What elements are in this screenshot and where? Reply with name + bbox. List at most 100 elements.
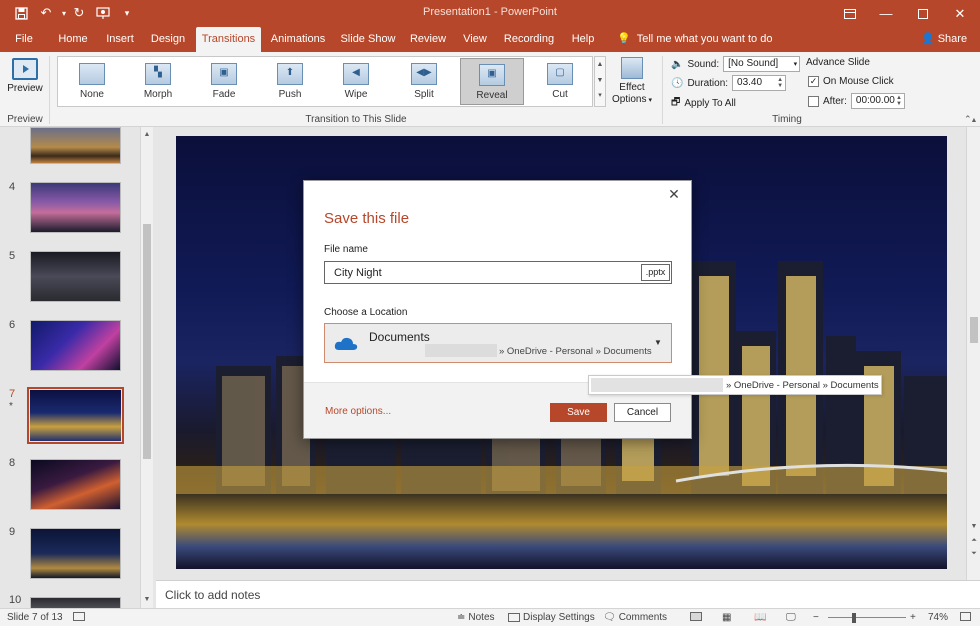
transition-wipe[interactable]: ◀ Wipe — [324, 58, 388, 105]
duration-input[interactable]: 03.40 ▲ ▼ — [732, 75, 787, 91]
display-settings-button[interactable]: Display Settings — [508, 612, 595, 623]
tab-slide-show[interactable]: Slide Show — [338, 27, 398, 52]
tab-help[interactable]: Help — [566, 27, 600, 52]
notes-button[interactable]: ≐ Notes — [457, 612, 495, 623]
preview-group-label: Preview — [7, 114, 43, 125]
slide-thumbnail[interactable] — [30, 320, 121, 371]
on-mouse-click-label: On Mouse Click — [823, 76, 894, 87]
after-value: 00:00.00 — [855, 95, 895, 106]
notes-placeholder: Click to add notes — [165, 588, 261, 602]
zoom-out-button[interactable]: − — [813, 612, 819, 623]
file-name-input[interactable]: City Night .pptx — [324, 261, 672, 284]
previous-slide-icon[interactable]: ⏶ — [968, 537, 980, 545]
tab-home[interactable]: Home — [52, 27, 94, 52]
slide-thumbnail[interactable] — [30, 127, 121, 164]
slide-show-icon: 🖵 — [786, 612, 796, 623]
zoom-slider-thumb[interactable] — [852, 613, 856, 623]
slide-thumbnail[interactable] — [30, 251, 121, 302]
scroll-up-icon[interactable]: ▲ — [141, 129, 153, 141]
notes-status-label: Notes — [468, 612, 495, 623]
maximize-icon[interactable] — [904, 0, 942, 27]
apply-to-all-button[interactable]: 🗗 Apply To All — [671, 95, 736, 112]
gallery-up-icon[interactable]: ▲ — [595, 57, 605, 73]
transition-morph[interactable]: ▚ Morph — [126, 58, 190, 105]
effect-options-button[interactable]: Effect Options ▾ — [608, 56, 656, 112]
tab-recording[interactable]: Recording — [500, 27, 558, 52]
location-dropdown-icon[interactable]: ▼ — [654, 338, 662, 347]
next-slide-icon[interactable]: ⏷ — [968, 550, 980, 558]
tab-transitions[interactable]: Transitions — [196, 27, 261, 52]
slide-thumbnail[interactable] — [30, 459, 121, 510]
zoom-slider[interactable] — [828, 617, 906, 618]
zoom-in-button[interactable]: + — [910, 612, 916, 623]
minimize-icon[interactable]: — — [867, 0, 905, 27]
tell-me-search[interactable]: 💡 Tell me what you want to do — [617, 27, 772, 52]
tab-animations[interactable]: Animations — [267, 27, 329, 52]
zoom-level[interactable]: 74% — [928, 612, 948, 623]
advance-slide-heading: Advance Slide — [806, 57, 870, 68]
sound-dropdown-icon[interactable]: ▾ — [794, 59, 798, 71]
slide-thumbnail-active[interactable] — [27, 387, 124, 444]
close-window-icon[interactable]: ✕ — [941, 0, 979, 27]
ribbon-display-options-icon[interactable] — [831, 0, 869, 27]
close-dialog-icon[interactable]: ✕ — [665, 185, 683, 203]
scroll-up-icon[interactable]: ▲ — [968, 117, 980, 124]
tab-file[interactable]: File — [8, 27, 40, 52]
transition-none[interactable]: None — [60, 58, 124, 105]
transition-split[interactable]: ◀▶ Split — [392, 58, 456, 105]
scroll-down-icon[interactable]: ▼ — [968, 523, 980, 530]
normal-view-button[interactable] — [690, 612, 702, 621]
thumbnail-scrollbar[interactable]: ▲ ▼ — [140, 127, 153, 608]
gallery-down-icon[interactable]: ▼ — [595, 73, 605, 89]
redacted-account — [425, 344, 497, 357]
sound-select[interactable]: [No Sound] ▾ — [723, 56, 801, 72]
after-spinner[interactable]: ▲ ▼ — [896, 95, 902, 107]
slide-number: 8 — [9, 457, 16, 469]
transition-fade[interactable]: ▣ Fade — [192, 58, 256, 105]
timing-group-label: Timing — [772, 114, 802, 125]
onedrive-cloud-icon — [334, 337, 358, 350]
tab-insert[interactable]: Insert — [100, 27, 140, 52]
more-options-link[interactable]: More options... — [325, 406, 391, 417]
slide-thumbnail[interactable] — [30, 182, 121, 233]
scrollbar-thumb[interactable] — [143, 224, 151, 459]
after-checkbox[interactable] — [808, 95, 819, 107]
location-select[interactable]: Documents » OneDrive - Personal » Docume… — [324, 323, 672, 363]
tab-view[interactable]: View — [458, 27, 492, 52]
scrollbar-thumb[interactable] — [970, 317, 978, 343]
gallery-scroll[interactable]: ▲ ▼ ▾ — [594, 56, 606, 107]
notes-pane[interactable]: Click to add notes — [156, 580, 980, 608]
after-input[interactable]: 00:00.00 ▲ ▼ — [850, 93, 905, 109]
transition-reveal[interactable]: ▣ Reveal — [460, 58, 524, 105]
editor-scrollbar[interactable]: ▲ ▼ ⏶ ⏷ — [966, 117, 980, 580]
transition-cut[interactable]: ▢ Cut — [528, 58, 592, 105]
monitor-icon — [508, 613, 520, 622]
scroll-down-icon[interactable]: ▼ — [141, 594, 153, 606]
tab-design[interactable]: Design — [146, 27, 190, 52]
gallery-more-icon[interactable]: ▾ — [595, 89, 605, 103]
file-extension[interactable]: .pptx — [641, 264, 670, 281]
tab-review[interactable]: Review — [406, 27, 450, 52]
on-mouse-click-checkbox[interactable]: ✓ — [808, 76, 819, 87]
slide-show-button[interactable]: 🖵 — [786, 612, 796, 623]
fit-to-window-icon[interactable] — [960, 612, 971, 621]
comments-button[interactable]: 🗨 Comments — [603, 612, 667, 623]
sound-value: [No Sound] — [728, 58, 779, 69]
slide-number: 9 — [9, 526, 16, 538]
display-settings-label: Display Settings — [523, 612, 595, 623]
reading-view-button[interactable]: 📖 — [754, 612, 766, 623]
duration-spinner[interactable]: ▲ ▼ — [777, 77, 783, 89]
slide-number: 6 — [9, 319, 16, 331]
save-file-dialog: ✕ Save this file File name City Night .p… — [303, 180, 692, 439]
preview-button[interactable]: Preview — [5, 56, 45, 108]
tell-me-label: Tell me what you want to do — [636, 33, 773, 45]
save-button[interactable]: Save — [550, 403, 607, 422]
cancel-button[interactable]: Cancel — [614, 403, 671, 422]
slide-thumbnail[interactable] — [30, 528, 121, 579]
reading-view-icon: 📖 — [754, 612, 767, 623]
on-mouse-click-option[interactable]: ✓ On Mouse Click — [808, 76, 894, 87]
accessibility-icon[interactable] — [73, 612, 85, 621]
slide-sorter-button[interactable]: ▦ — [722, 612, 731, 623]
transition-push[interactable]: ⬆ Push — [258, 58, 322, 105]
share-button[interactable]: 👤 Share — [921, 27, 967, 52]
